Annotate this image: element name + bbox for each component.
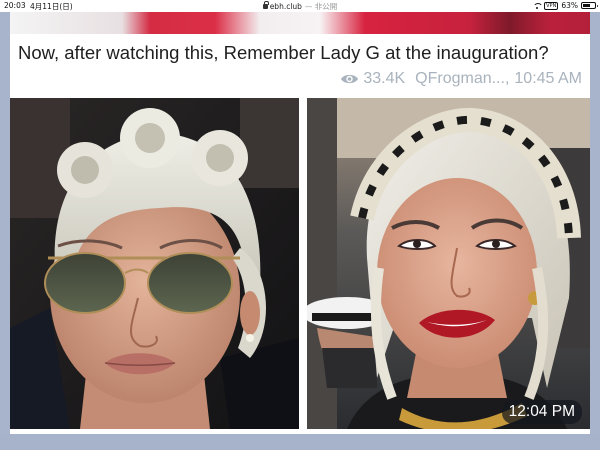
message-time: 10:45 AM [514,70,582,87]
photo-left[interactable] [10,98,299,429]
previous-image-strip[interactable] [10,12,590,34]
bottom-bar [0,434,600,450]
address-url: ebh.club [269,2,302,11]
address-bar[interactable]: ebh.club — 非公開 [0,1,600,12]
photo-time-badge: 12:04 PM [501,400,582,424]
prev-strip-highlight [215,12,365,34]
wifi-icon [533,2,544,9]
vpn-badge: VPN [544,1,559,10]
prev-strip-shadow [470,12,550,34]
message-caption: Now, after watching this, Remember Lady … [18,42,549,63]
message-author[interactable]: QFrogman..., [415,70,509,88]
status-indicators: VPN 63% [533,1,598,10]
message-meta: 33.4K QFrogman..., 10:45 AM [340,70,582,88]
lock-icon [262,1,269,9]
message-card: Now, after watching this, Remember Lady … [10,34,590,434]
battery-icon [581,2,598,9]
address-privacy-label: — 非公開 [304,2,338,11]
battery-percent: 63% [561,1,578,10]
battery-level [583,4,590,7]
status-bar: 20:03 4月11日(日) ebh.club — 非公開 VPN 63% [0,0,600,12]
prev-strip-highlight [10,12,150,34]
eye-icon [340,73,359,85]
photo-right[interactable]: 12:04 PM [307,98,590,429]
view-count: 33.4K [363,70,406,87]
